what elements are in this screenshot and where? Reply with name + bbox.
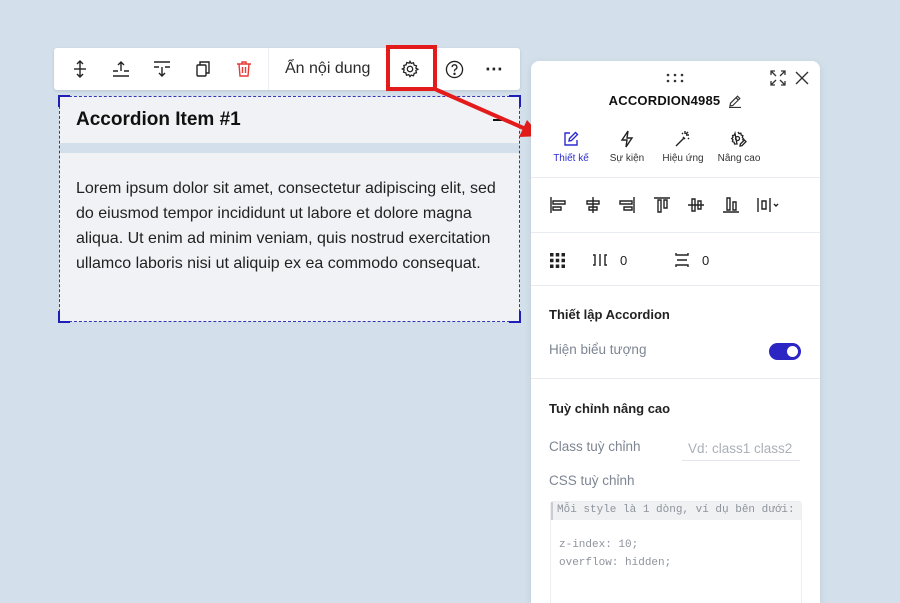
tab-design[interactable]: Thiết kế [545, 127, 597, 171]
row-gap-value: 0 [702, 252, 710, 268]
accordion-divider [60, 143, 519, 153]
selection-corner [58, 95, 70, 107]
selection-corner [509, 95, 521, 107]
help-icon[interactable] [434, 48, 474, 90]
insert-above-icon[interactable] [100, 48, 141, 90]
more-icon[interactable]: ⋯ [474, 48, 514, 90]
gap-controls: 0 0 [549, 251, 755, 269]
column-gap-value: 0 [620, 252, 628, 268]
row-gap-icon [675, 253, 689, 267]
selection-corner [58, 311, 70, 323]
gear-icon[interactable] [386, 48, 434, 90]
css-example-line: overflow: hidden; [559, 557, 672, 569]
panel-header: ACCORDION4985 [531, 93, 820, 108]
show-icon-label: Hiện biểu tượng [549, 342, 647, 357]
accordion-element[interactable]: Accordion Item #1 Lorem ipsum dolor sit … [58, 95, 521, 323]
accordion-settings-title: Thiết lập Accordion [549, 307, 670, 322]
element-toolbar: Ẩn nội dung ⋯ [54, 48, 520, 90]
settings-pen-icon [730, 130, 747, 147]
magic-wand-icon [675, 131, 690, 147]
class-input[interactable] [682, 436, 800, 461]
panel-tabs: Thiết kế Sự kiện Hiệu ứng Nâng cao [545, 127, 765, 171]
collapse-icon[interactable] [493, 119, 507, 121]
close-icon[interactable] [794, 70, 810, 86]
alignment-toolbar [549, 195, 791, 215]
advanced-settings-title: Tuỳ chỉnh nâng cao [549, 401, 671, 416]
selection-corner [509, 311, 521, 323]
tab-label: Nâng cao [717, 153, 761, 164]
duplicate-icon[interactable] [182, 48, 223, 90]
accordion-item-title: Accordion Item #1 [76, 109, 241, 130]
distribute-dropdown-icon[interactable] [756, 195, 791, 215]
hide-content-button[interactable]: Ẩn nội dung [269, 48, 386, 90]
delete-icon[interactable] [223, 48, 264, 90]
panel-title: ACCORDION4985 [608, 93, 721, 108]
css-hint: Mỗi style là 1 dòng, ví dụ bên dưới: [551, 502, 801, 520]
column-gap-icon [593, 254, 607, 266]
align-right-icon[interactable] [618, 195, 653, 215]
css-editor[interactable]: Mỗi style là 1 dòng, ví dụ bên dưới: z-i… [550, 501, 802, 603]
css-label: CSS tuỳ chỉnh [549, 473, 635, 488]
expand-icon[interactable] [770, 70, 786, 86]
align-bottom-icon[interactable] [722, 195, 757, 215]
align-left-icon[interactable] [549, 195, 584, 215]
panel-divider [531, 378, 820, 379]
panel-divider [531, 177, 820, 178]
align-middle-vertical-icon[interactable] [687, 195, 722, 215]
row-gap-control[interactable]: 0 [673, 251, 755, 269]
tab-advanced[interactable]: Nâng cao [713, 127, 765, 171]
panel-divider [531, 285, 820, 286]
tab-events[interactable]: Sự kiện [601, 127, 653, 171]
panel-divider [531, 232, 820, 233]
column-gap-control[interactable]: 0 [591, 251, 673, 269]
insert-below-icon[interactable] [141, 48, 182, 90]
class-label: Class tuỳ chỉnh [549, 439, 641, 454]
pencil-square-icon [564, 131, 579, 146]
lightning-icon [620, 130, 634, 148]
tab-label: Thiết kế [553, 153, 589, 164]
accordion-body-text: Lorem ipsum dolor sit amet, consectetur … [76, 180, 496, 272]
align-center-horizontal-icon[interactable] [584, 195, 619, 215]
drag-handle-icon[interactable] [665, 71, 685, 83]
css-example-line: z-index: 10; [559, 539, 639, 551]
show-icon-toggle[interactable] [769, 343, 801, 360]
accordion-header[interactable]: Accordion Item #1 [60, 97, 519, 143]
settings-panel: ACCORDION4985 Thiết kế Sự kiện Hiệu ứng … [531, 61, 820, 603]
tab-label: Sự kiện [609, 153, 645, 164]
grid-layout-icon[interactable] [549, 252, 591, 269]
tab-effects[interactable]: Hiệu ứng [657, 127, 709, 171]
css-example-lines: z-index: 10; overflow: hidden; [551, 520, 801, 572]
align-top-icon[interactable] [653, 195, 688, 215]
move-icon[interactable] [59, 48, 100, 90]
edit-name-icon[interactable] [728, 94, 742, 108]
tab-label: Hiệu ứng [662, 153, 704, 164]
